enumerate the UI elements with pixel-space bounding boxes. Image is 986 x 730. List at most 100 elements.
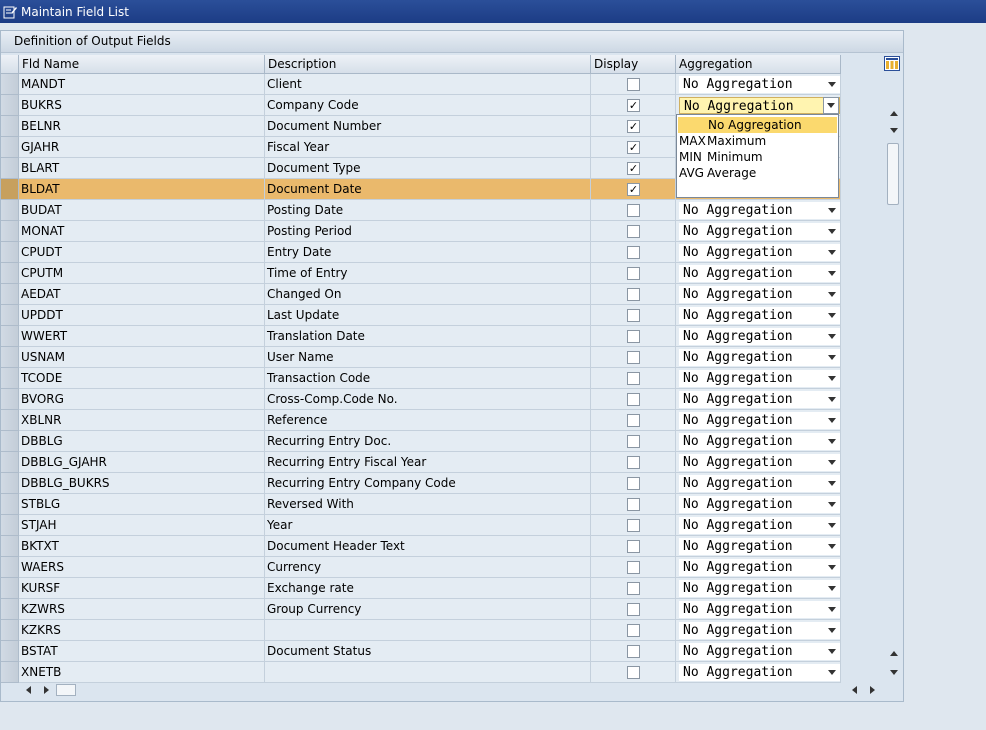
- display-checkbox[interactable]: [627, 456, 640, 469]
- column-header-display[interactable]: Display: [591, 55, 676, 74]
- display-checkbox[interactable]: [627, 393, 640, 406]
- table-row[interactable]: CPUTM Time of Entry No Aggregation: [1, 263, 841, 284]
- display-checkbox[interactable]: [627, 414, 640, 427]
- table-row[interactable]: BKTXT Document Header Text No Aggregation: [1, 536, 841, 557]
- scroll-right-button[interactable]: [44, 686, 49, 694]
- row-selector[interactable]: [1, 347, 19, 368]
- chevron-down-icon[interactable]: [828, 502, 836, 507]
- aggregation-select[interactable]: No Aggregation: [679, 622, 840, 639]
- table-row[interactable]: TCODE Transaction Code No Aggregation: [1, 368, 841, 389]
- aggregation-select[interactable]: No Aggregation: [679, 328, 840, 345]
- table-row[interactable]: USNAM User Name No Aggregation: [1, 347, 841, 368]
- chevron-down-icon[interactable]: [828, 607, 836, 612]
- chevron-down-icon[interactable]: [828, 418, 836, 423]
- column-header-fld-name[interactable]: Fld Name: [19, 55, 265, 74]
- aggregation-select[interactable]: No Aggregation: [679, 265, 840, 282]
- dropdown-option-min[interactable]: MIN Minimum: [677, 149, 838, 165]
- table-row[interactable]: KZKRS No Aggregation: [1, 620, 841, 641]
- display-checkbox[interactable]: [627, 330, 640, 343]
- display-checkbox[interactable]: [627, 645, 640, 658]
- display-checkbox[interactable]: [627, 246, 640, 259]
- display-checkbox[interactable]: ✓: [627, 120, 640, 133]
- row-selector[interactable]: [1, 410, 19, 431]
- chevron-down-icon[interactable]: [828, 313, 836, 318]
- table-row[interactable]: DBBLG_GJAHR Recurring Entry Fiscal Year No…: [1, 452, 841, 473]
- display-checkbox[interactable]: [627, 561, 640, 574]
- chevron-down-icon[interactable]: [828, 649, 836, 654]
- table-row[interactable]: DBBLG Recurring Entry Doc. No Aggregation: [1, 431, 841, 452]
- table-row[interactable]: WAERS Currency No Aggregation: [1, 557, 841, 578]
- display-checkbox[interactable]: [627, 351, 640, 364]
- chevron-down-icon[interactable]: [828, 670, 836, 675]
- display-checkbox[interactable]: ✓: [627, 141, 640, 154]
- row-selector[interactable]: [1, 473, 19, 494]
- row-selector[interactable]: [1, 494, 19, 515]
- row-selector[interactable]: [1, 284, 19, 305]
- display-checkbox[interactable]: [627, 78, 640, 91]
- aggregation-select[interactable]: No Aggregation: [679, 664, 840, 681]
- display-checkbox[interactable]: [627, 372, 640, 385]
- row-selector[interactable]: [1, 662, 19, 683]
- display-checkbox[interactable]: [627, 666, 640, 679]
- dropdown-toggle-button[interactable]: [823, 97, 839, 114]
- aggregation-select[interactable]: No Aggregation: [679, 580, 840, 597]
- table-row[interactable]: BUDAT Posting Date No Aggregation: [1, 200, 841, 221]
- row-selector[interactable]: [1, 95, 19, 116]
- row-selector[interactable]: [1, 389, 19, 410]
- dropdown-option-no-aggregation[interactable]: No Aggregation: [678, 117, 837, 133]
- row-selector[interactable]: [1, 368, 19, 389]
- row-selector[interactable]: [1, 242, 19, 263]
- aggregation-select[interactable]: No Aggregation: [679, 559, 840, 576]
- aggregation-select[interactable]: No Aggregation: [679, 475, 840, 492]
- scroll-left-end-button[interactable]: [852, 686, 857, 694]
- table-row[interactable]: BSTAT Document Status No Aggregation: [1, 641, 841, 662]
- aggregation-select[interactable]: No Aggregation: [679, 349, 840, 366]
- table-row[interactable]: WWERT Translation Date No Aggregation: [1, 326, 841, 347]
- row-selector[interactable]: [1, 74, 19, 95]
- display-checkbox[interactable]: [627, 204, 640, 217]
- chevron-down-icon[interactable]: [828, 334, 836, 339]
- row-selector[interactable]: [1, 179, 19, 200]
- chevron-down-icon[interactable]: [828, 208, 836, 213]
- row-selector[interactable]: [1, 158, 19, 179]
- display-checkbox[interactable]: [627, 519, 640, 532]
- scroll-up-button[interactable]: [887, 647, 901, 661]
- dropdown-option-avg[interactable]: AVG Average: [677, 165, 838, 181]
- row-selector[interactable]: [1, 641, 19, 662]
- aggregation-select[interactable]: No Aggregation: [679, 412, 840, 429]
- display-checkbox[interactable]: [627, 309, 640, 322]
- dropdown-option-max[interactable]: MAXMaximum: [677, 133, 838, 149]
- table-row[interactable]: KZWRS Group Currency No Aggregation: [1, 599, 841, 620]
- table-row[interactable]: BUKRS Company Code ✓ No Aggregation: [1, 95, 841, 116]
- aggregation-select[interactable]: No Aggregation: [679, 370, 840, 387]
- aggregation-select[interactable]: No Aggregation: [679, 244, 840, 261]
- table-row[interactable]: XNETB No Aggregation: [1, 662, 841, 683]
- display-checkbox[interactable]: [627, 288, 640, 301]
- column-header-description[interactable]: Description: [265, 55, 591, 74]
- aggregation-select[interactable]: No Aggregation: [679, 454, 840, 471]
- row-selector[interactable]: [1, 200, 19, 221]
- row-selector[interactable]: [1, 578, 19, 599]
- display-checkbox[interactable]: [627, 603, 640, 616]
- chevron-down-icon[interactable]: [828, 439, 836, 444]
- column-header-aggregation[interactable]: Aggregation: [676, 55, 841, 74]
- aggregation-select[interactable]: No Aggregation: [679, 643, 840, 660]
- aggregation-select[interactable]: No Aggregation: [679, 538, 840, 555]
- row-selector[interactable]: [1, 263, 19, 284]
- display-checkbox[interactable]: ✓: [627, 183, 640, 196]
- chevron-down-icon[interactable]: [828, 523, 836, 528]
- display-checkbox[interactable]: ✓: [627, 162, 640, 175]
- aggregation-select[interactable]: No Aggregation: [679, 517, 840, 534]
- table-row[interactable]: CPUDT Entry Date No Aggregation: [1, 242, 841, 263]
- row-selector[interactable]: [1, 326, 19, 347]
- scroll-right-end-button[interactable]: [870, 686, 875, 694]
- table-row[interactable]: MONAT Posting Period No Aggregation: [1, 221, 841, 242]
- chevron-down-icon[interactable]: [828, 544, 836, 549]
- row-selector[interactable]: [1, 536, 19, 557]
- display-checkbox[interactable]: [627, 498, 640, 511]
- row-selector[interactable]: [1, 599, 19, 620]
- display-checkbox[interactable]: [627, 624, 640, 637]
- chevron-down-icon[interactable]: [828, 82, 836, 87]
- table-row[interactable]: MANDT Client No Aggregation: [1, 74, 841, 95]
- chevron-down-icon[interactable]: [828, 460, 836, 465]
